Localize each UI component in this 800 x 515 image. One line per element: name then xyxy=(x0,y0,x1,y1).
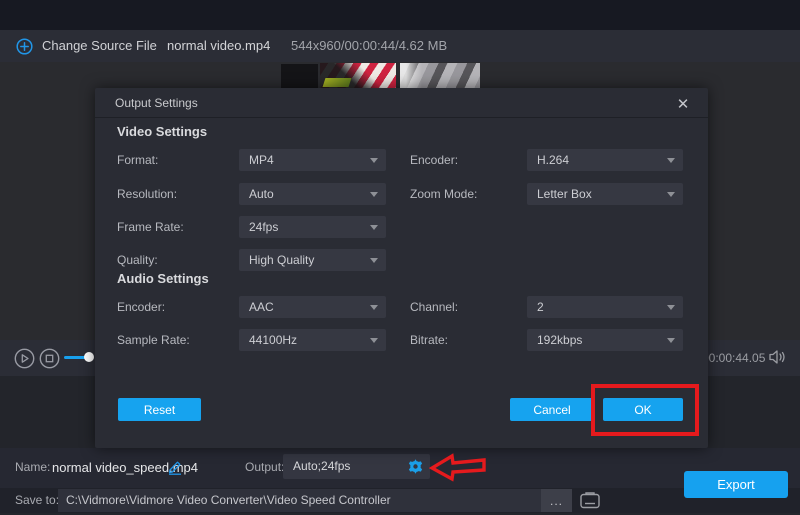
format-dropdown[interactable]: MP4 xyxy=(239,149,386,171)
chevron-down-icon xyxy=(667,158,675,163)
output-profile-value: Auto;24fps xyxy=(293,454,350,479)
export-button[interactable]: Export xyxy=(684,471,788,498)
channel-value: 2 xyxy=(527,300,667,314)
chevron-down-icon xyxy=(667,338,675,343)
dialog-title: Output Settings xyxy=(115,88,198,118)
chevron-down-icon xyxy=(370,258,378,263)
progress-slider-handle[interactable] xyxy=(84,352,94,362)
timeline-thumbnail-detail xyxy=(323,78,352,87)
chevron-down-icon xyxy=(370,338,378,343)
frame-rate-dropdown[interactable]: 24fps xyxy=(239,216,386,238)
chevron-down-icon xyxy=(667,305,675,310)
quality-dropdown[interactable]: High Quality xyxy=(239,249,386,271)
bitrate-label: Bitrate: xyxy=(410,329,448,351)
chevron-down-icon xyxy=(370,225,378,230)
name-label: Name: xyxy=(15,455,50,480)
resolution-value: Auto xyxy=(239,187,370,201)
encoder-value: H.264 xyxy=(527,153,667,167)
output-profile-field[interactable]: Auto;24fps xyxy=(283,454,430,479)
zoom-mode-dropdown[interactable]: Letter Box xyxy=(527,183,683,205)
current-time: 00:00:44.05 xyxy=(702,340,765,376)
gear-icon[interactable] xyxy=(407,458,424,480)
audio-encoder-label: Encoder: xyxy=(117,296,165,318)
format-value: MP4 xyxy=(239,153,370,167)
play-button[interactable] xyxy=(14,348,35,369)
sample-rate-dropdown[interactable]: 44100Hz xyxy=(239,329,386,351)
sample-rate-label: Sample Rate: xyxy=(117,329,190,351)
source-file-info: 544x960/00:00:44/4.62 MB xyxy=(291,30,447,62)
format-label: Format: xyxy=(117,149,158,171)
encoder-label: Encoder: xyxy=(410,149,458,171)
bitrate-value: 192kbps xyxy=(527,333,667,347)
encoder-dropdown[interactable]: H.264 xyxy=(527,149,683,171)
timeline-thumbnail xyxy=(400,63,480,88)
cancel-button[interactable]: Cancel xyxy=(510,398,594,421)
timeline-thumbnail xyxy=(281,64,318,88)
save-to-path-value: C:\Vidmore\Vidmore Video Converter\Video… xyxy=(66,489,391,512)
resolution-dropdown[interactable]: Auto xyxy=(239,183,386,205)
quality-label: Quality: xyxy=(117,249,158,271)
audio-settings-heading: Audio Settings xyxy=(117,271,209,286)
channel-label: Channel: xyxy=(410,296,458,318)
reset-button[interactable]: Reset xyxy=(118,398,201,421)
edit-name-icon[interactable] xyxy=(167,459,183,480)
zoom-mode-label: Zoom Mode: xyxy=(410,183,477,205)
title-bar xyxy=(0,0,800,30)
save-to-path-field[interactable]: C:\Vidmore\Vidmore Video Converter\Video… xyxy=(58,489,571,512)
quality-value: High Quality xyxy=(239,253,370,267)
output-label: Output: xyxy=(245,455,284,480)
audio-encoder-dropdown[interactable]: AAC xyxy=(239,296,386,318)
frame-rate-value: 24fps xyxy=(239,220,370,234)
dialog-close-icon[interactable]: ✕ xyxy=(674,95,692,113)
open-folder-icon[interactable] xyxy=(579,491,601,515)
sample-rate-value: 44100Hz xyxy=(239,333,370,347)
resolution-label: Resolution: xyxy=(117,183,177,205)
save-to-label: Save to: xyxy=(15,488,59,513)
audio-encoder-value: AAC xyxy=(239,300,370,314)
output-settings-dialog: Output Settings ✕ Video Settings Format:… xyxy=(95,88,708,448)
volume-icon[interactable] xyxy=(767,348,787,371)
change-source-file-button[interactable]: Change Source File xyxy=(42,30,157,62)
source-file-name: normal video.mp4 xyxy=(167,30,270,62)
chevron-down-icon xyxy=(667,192,675,197)
frame-rate-label: Frame Rate: xyxy=(117,216,184,238)
zoom-mode-value: Letter Box xyxy=(527,187,667,201)
chevron-down-icon xyxy=(370,158,378,163)
video-settings-heading: Video Settings xyxy=(117,124,207,139)
ok-button[interactable]: OK xyxy=(603,398,683,421)
chevron-down-icon xyxy=(370,305,378,310)
channel-dropdown[interactable]: 2 xyxy=(527,296,683,318)
chevron-down-icon xyxy=(370,192,378,197)
bitrate-dropdown[interactable]: 192kbps xyxy=(527,329,683,351)
browse-folder-button[interactable]: ... xyxy=(541,489,572,512)
stop-button[interactable] xyxy=(39,348,60,369)
add-source-icon[interactable] xyxy=(16,38,33,60)
